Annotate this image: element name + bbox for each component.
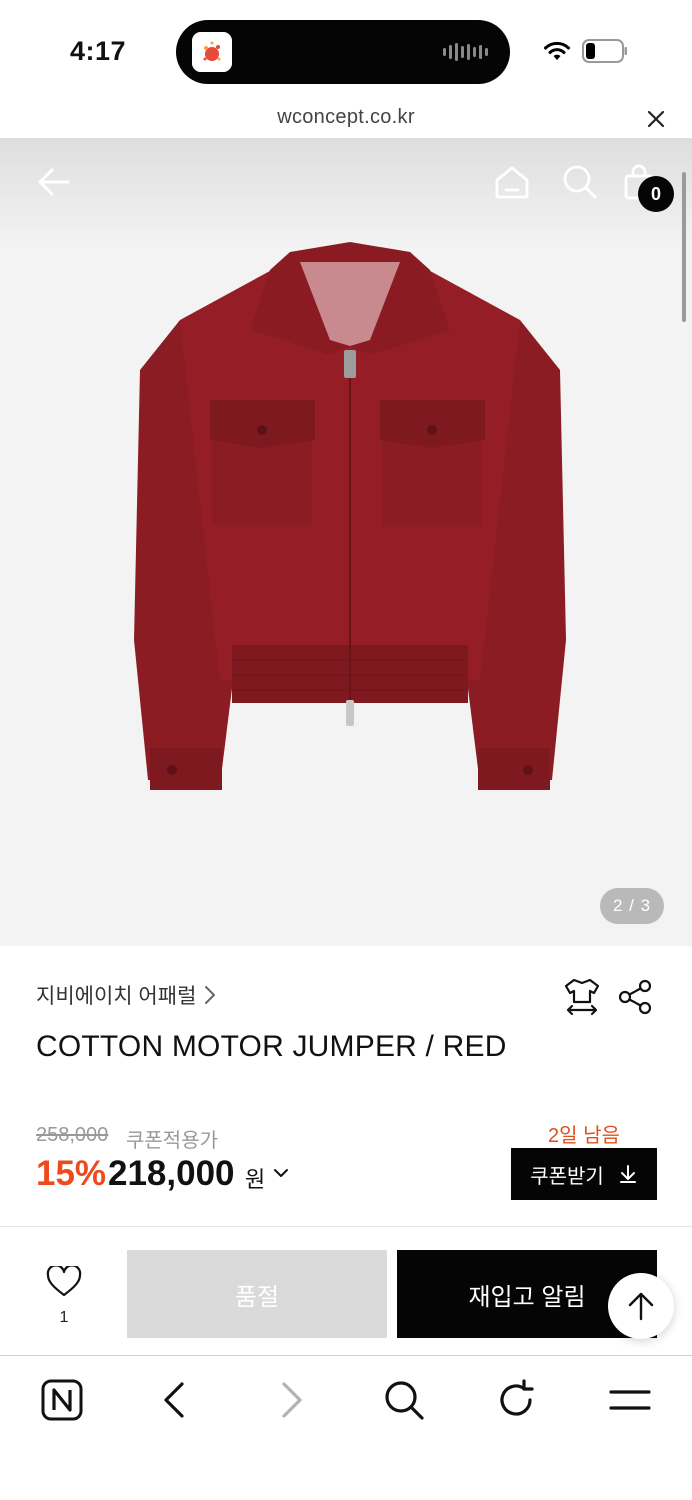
- browser-toolbar: [0, 1356, 692, 1500]
- brand-name[interactable]: 지비에이치 어패럴: [36, 980, 196, 1010]
- coupon-days-left: 2일 남음: [548, 1125, 620, 1147]
- scroll-to-top-button[interactable]: [608, 1273, 674, 1339]
- chevron-right-icon: [205, 986, 216, 1004]
- sale-price: 218,000: [108, 1154, 235, 1193]
- dynamic-island[interactable]: [176, 20, 510, 84]
- url-text[interactable]: wconcept.co.kr: [0, 106, 692, 129]
- status-time: 4:17: [70, 36, 127, 66]
- size-guide-icon[interactable]: [562, 976, 602, 1016]
- product-image: [134, 242, 566, 790]
- search-icon[interactable]: [382, 1378, 426, 1422]
- reload-icon[interactable]: [494, 1378, 538, 1422]
- brand-link[interactable]: 지비에이치 어패럴: [36, 980, 216, 1010]
- divider: [0, 1226, 692, 1227]
- cart-count-badge[interactable]: 0: [638, 176, 674, 212]
- wishlist-button[interactable]: 1: [44, 1264, 84, 1326]
- sold-out-button[interactable]: 품절: [127, 1250, 387, 1338]
- chevron-right-icon[interactable]: [268, 1378, 312, 1422]
- share-icon[interactable]: [616, 978, 654, 1016]
- heart-icon: [46, 1264, 82, 1297]
- discount-rate: 15%: [36, 1154, 107, 1193]
- search-icon[interactable]: [560, 162, 600, 202]
- battery-icon: [582, 39, 627, 63]
- image-counter: 2 / 3: [600, 888, 664, 924]
- menu-icon[interactable]: [608, 1378, 652, 1422]
- wifi-icon: [544, 41, 570, 60]
- original-price: 258,000: [36, 1124, 109, 1146]
- download-icon: [619, 1165, 636, 1183]
- naver-icon[interactable]: [40, 1378, 84, 1422]
- chevron-left-icon[interactable]: [154, 1378, 198, 1422]
- wishlist-count: 1: [59, 1309, 69, 1326]
- coupon-price-label: 쿠폰적용가: [126, 1130, 218, 1152]
- product-title: COTTON MOTOR JUMPER / RED: [36, 1030, 507, 1063]
- close-icon[interactable]: [645, 108, 667, 130]
- product-image-gallery[interactable]: 0 2 / 3: [0, 138, 692, 946]
- chevron-down-icon[interactable]: [272, 1164, 290, 1182]
- get-coupon-label: 쿠폰받기: [530, 1165, 604, 1188]
- status-bar: 4:17: [0, 0, 692, 100]
- url-bar[interactable]: wconcept.co.kr: [0, 100, 692, 138]
- sold-out-label: 품절: [234, 1283, 280, 1311]
- back-arrow-icon[interactable]: [34, 162, 74, 202]
- restock-alert-label: 재입고 알림: [468, 1283, 586, 1311]
- currency-unit: 원: [245, 1167, 266, 1192]
- audio-waveform-icon: [443, 42, 488, 62]
- arrow-up-icon: [628, 1292, 654, 1321]
- home-icon[interactable]: [492, 162, 532, 202]
- get-coupon-button[interactable]: 쿠폰받기: [511, 1148, 657, 1200]
- scroll-indicator: [682, 172, 686, 322]
- now-playing-app-icon: [192, 32, 232, 72]
